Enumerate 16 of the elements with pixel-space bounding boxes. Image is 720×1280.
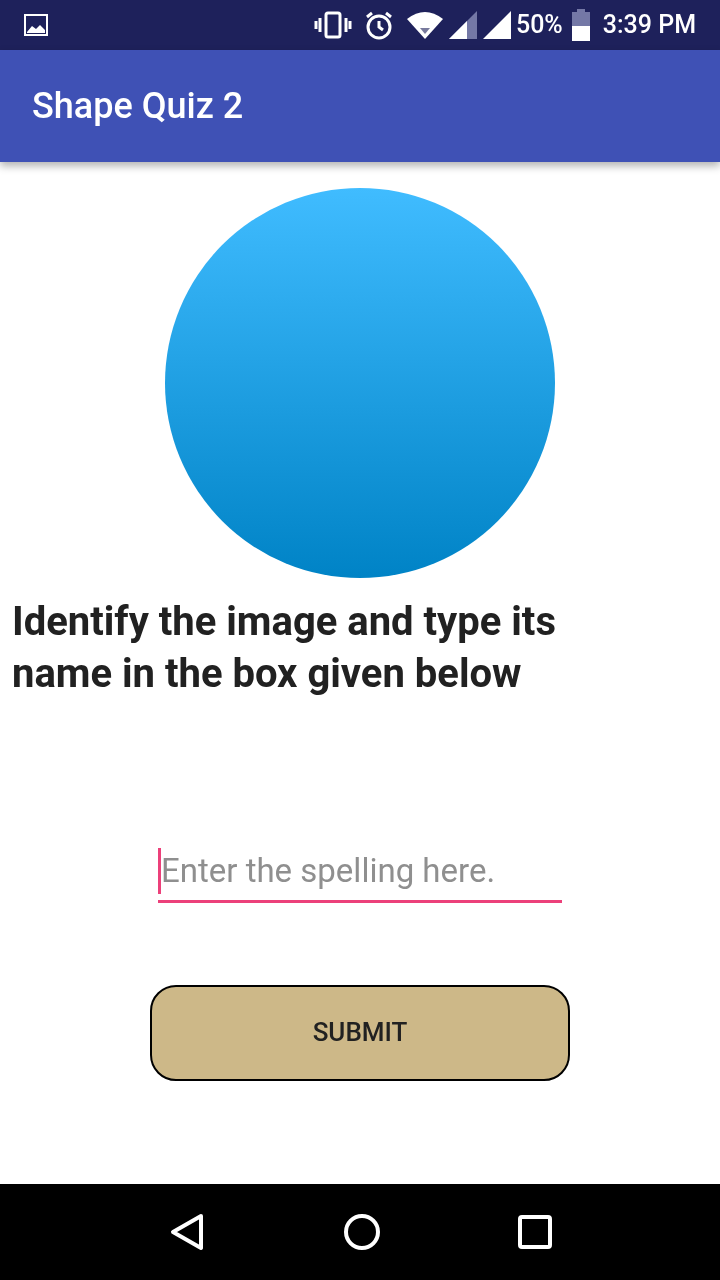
signal-icon — [481, 10, 512, 40]
image-icon — [24, 14, 48, 36]
signal-icon — [447, 10, 478, 40]
wifi-icon — [405, 11, 444, 39]
alarm-icon — [363, 10, 394, 40]
vibrate-icon — [313, 10, 352, 40]
home-icon[interactable] — [342, 1212, 382, 1252]
question-text: Identify the image and type its name in the box given below — [11, 597, 557, 699]
recents-icon[interactable] — [516, 1214, 553, 1250]
battery-icon — [570, 9, 591, 41]
battery-percent: 50% — [515, 9, 563, 42]
submit-button[interactable]: SUBMIT — [150, 984, 570, 1081]
text-cursor — [158, 847, 161, 894]
app-title: Shape Quiz 2 — [32, 84, 244, 129]
answer-field[interactable]: Enter the spelling here. — [158, 846, 562, 903]
status-time: 3:39 PM — [602, 9, 696, 42]
